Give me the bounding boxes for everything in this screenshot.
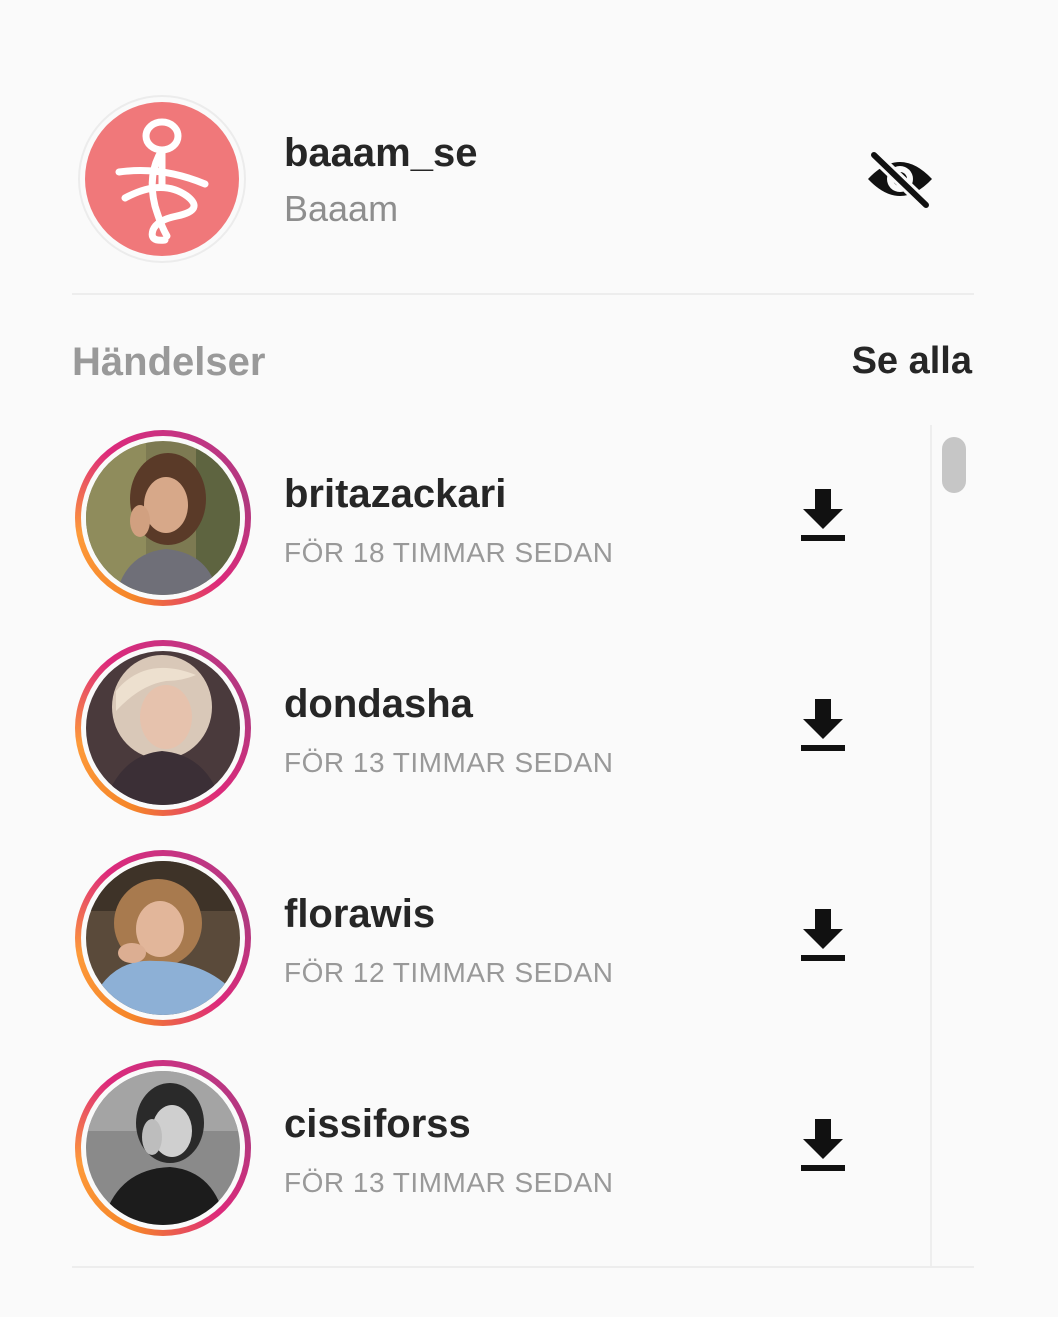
section-title: Händelser bbox=[72, 340, 266, 384]
scroll-thumb[interactable] bbox=[942, 437, 966, 493]
stories-list: britazackari FÖR 18 TIMMAR SEDAN dondash… bbox=[72, 420, 930, 1268]
story-ring bbox=[75, 430, 251, 606]
baaam-logo-icon bbox=[85, 102, 239, 256]
download-icon bbox=[801, 1119, 845, 1171]
download-button[interactable] bbox=[794, 1112, 852, 1178]
account-header: baaam_se Baaam bbox=[78, 95, 978, 265]
see-all-link[interactable]: Se alla bbox=[852, 340, 972, 383]
stories-scrollbar[interactable] bbox=[930, 425, 974, 1267]
download-icon bbox=[801, 909, 845, 961]
story-timestamp: FÖR 13 TIMMAR SEDAN bbox=[284, 1167, 614, 1198]
eye-off-icon bbox=[868, 149, 932, 209]
download-button[interactable] bbox=[794, 902, 852, 968]
story-username: florawis bbox=[284, 892, 436, 936]
hide-stories-button[interactable] bbox=[862, 147, 938, 211]
story-username: cissiforss bbox=[284, 1102, 471, 1146]
story-ring bbox=[75, 640, 251, 816]
avatar bbox=[86, 651, 240, 805]
account-username[interactable]: baaam_se bbox=[284, 131, 477, 176]
story-item-cissiforss[interactable]: cissiforss FÖR 13 TIMMAR SEDAN bbox=[72, 1050, 930, 1236]
header-divider bbox=[72, 293, 974, 295]
story-ring bbox=[75, 850, 251, 1026]
avatar bbox=[86, 1071, 240, 1225]
story-timestamp: FÖR 18 TIMMAR SEDAN bbox=[284, 537, 614, 568]
download-button[interactable] bbox=[794, 482, 852, 548]
story-username: britazackari bbox=[284, 472, 507, 516]
account-avatar[interactable] bbox=[78, 95, 246, 263]
story-timestamp: FÖR 13 TIMMAR SEDAN bbox=[284, 747, 614, 778]
download-icon bbox=[801, 489, 845, 541]
story-username: dondasha bbox=[284, 682, 473, 726]
story-item-dondasha[interactable]: dondasha FÖR 13 TIMMAR SEDAN bbox=[72, 630, 930, 816]
account-display-name: Baaam bbox=[284, 188, 399, 229]
stories-sidebar: baaam_se Baaam Händelser Se alla britaza… bbox=[0, 0, 1058, 1317]
avatar bbox=[86, 861, 240, 1015]
avatar bbox=[86, 441, 240, 595]
bottom-divider bbox=[72, 1266, 974, 1268]
download-icon bbox=[801, 699, 845, 751]
story-timestamp: FÖR 12 TIMMAR SEDAN bbox=[284, 957, 614, 988]
download-button[interactable] bbox=[794, 692, 852, 758]
story-ring bbox=[75, 1060, 251, 1236]
story-item-florawis[interactable]: florawis FÖR 12 TIMMAR SEDAN bbox=[72, 840, 930, 1026]
story-item-britazackari[interactable]: britazackari FÖR 18 TIMMAR SEDAN bbox=[72, 420, 930, 606]
